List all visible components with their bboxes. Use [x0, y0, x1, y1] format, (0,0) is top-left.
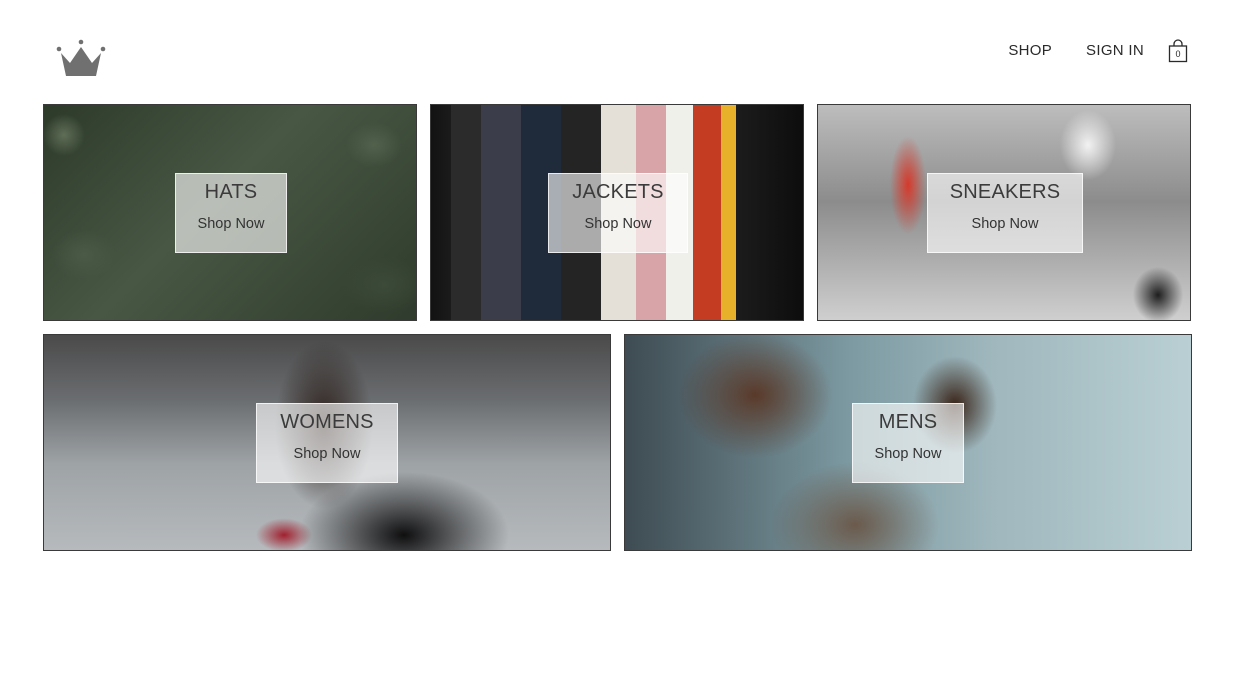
- shop-now-label: Shop Now: [971, 216, 1039, 232]
- category-tile-sneakers[interactable]: SNEAKERS Shop Now: [817, 104, 1191, 321]
- category-title: WOMENS: [280, 411, 374, 433]
- category-title: MENS: [878, 411, 938, 433]
- shop-now-label: Shop Now: [584, 216, 652, 232]
- category-title: SNEAKERS: [949, 181, 1061, 203]
- category-tile-mens[interactable]: MENS Shop Now: [624, 334, 1192, 551]
- category-tile-jackets[interactable]: JACKETS Shop Now: [430, 104, 804, 321]
- main-nav: SHOP SIGN IN 0: [1008, 38, 1188, 64]
- shop-link[interactable]: SHOP: [1008, 38, 1052, 64]
- category-tile-hats[interactable]: HATS Shop Now: [43, 104, 417, 321]
- sign-in-link[interactable]: SIGN IN: [1086, 38, 1144, 64]
- category-title: JACKETS: [572, 181, 664, 203]
- category-overlay[interactable]: MENS Shop Now: [852, 403, 964, 483]
- shop-now-label: Shop Now: [197, 216, 265, 232]
- category-overlay[interactable]: SNEAKERS Shop Now: [927, 173, 1083, 253]
- crown-icon[interactable]: [56, 38, 106, 80]
- shop-now-label: Shop Now: [293, 446, 361, 462]
- cart-button[interactable]: 0: [1168, 39, 1188, 63]
- category-overlay[interactable]: JACKETS Shop Now: [548, 173, 688, 253]
- site-header: SHOP SIGN IN 0: [0, 0, 1234, 100]
- cart-count: 0: [1175, 49, 1181, 59]
- category-overlay[interactable]: HATS Shop Now: [175, 173, 287, 253]
- category-overlay[interactable]: WOMENS Shop Now: [256, 403, 398, 483]
- category-tile-womens[interactable]: WOMENS Shop Now: [43, 334, 611, 551]
- shop-now-label: Shop Now: [874, 446, 942, 462]
- category-title: HATS: [204, 181, 258, 203]
